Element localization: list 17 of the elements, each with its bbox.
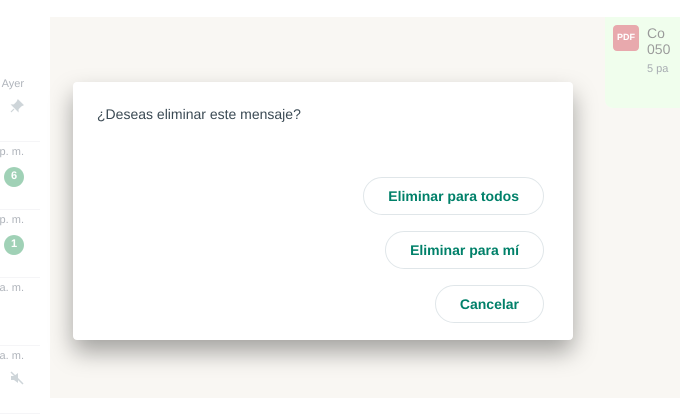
document-title: Co (647, 25, 666, 41)
chat-time: p. m. (0, 145, 24, 160)
unread-count: 6 (4, 166, 24, 186)
chat-time: a. m. (0, 281, 24, 296)
file-type-icon: PDF (613, 25, 639, 51)
dialog-button[interactable]: Eliminar para todos (363, 177, 544, 215)
dialog-button[interactable]: Eliminar para mí (385, 231, 544, 269)
dialog-message: ¿Deseas eliminar este mensaje? (97, 105, 302, 124)
unread-count: 1 (4, 234, 24, 254)
document-meta: 5 pa (647, 62, 670, 77)
pin-icon (10, 98, 24, 112)
muted-speaker-icon (10, 370, 24, 384)
dialog-button[interactable]: Cancelar (434, 285, 544, 323)
chat-time: p. m. (0, 213, 24, 228)
document-number: 050 (647, 41, 670, 57)
chat-time: a. m. (0, 349, 24, 364)
chat-time: Ayer (2, 77, 24, 92)
